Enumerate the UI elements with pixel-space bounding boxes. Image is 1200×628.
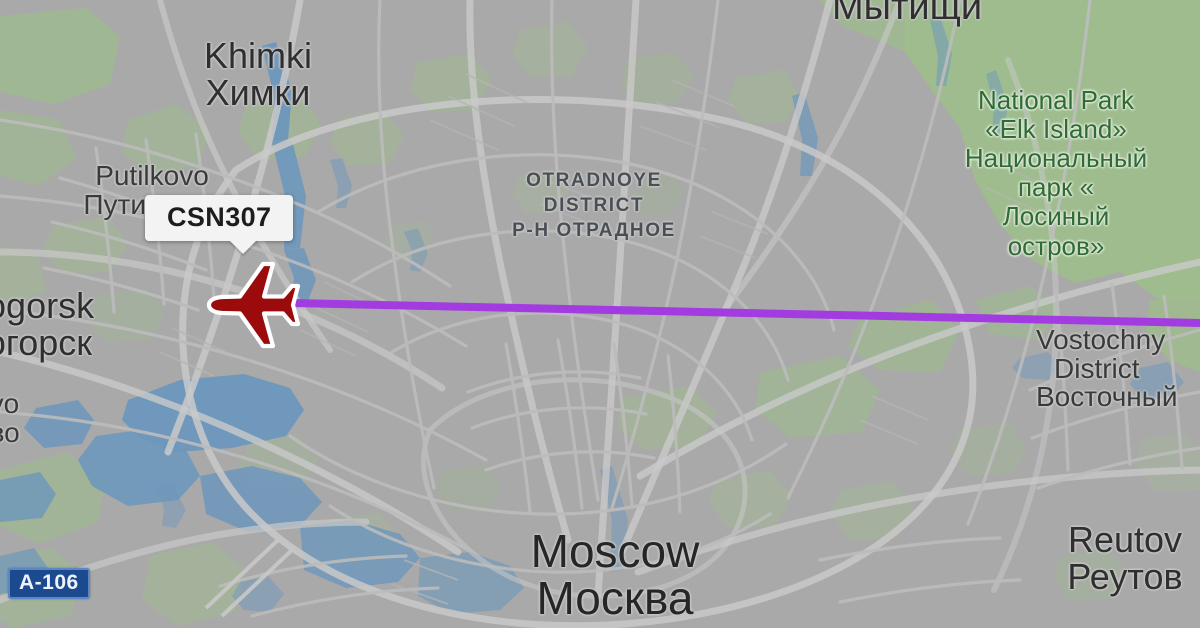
flight-callsign-label: CSN307 bbox=[167, 202, 272, 232]
aircraft-marker-csn307[interactable] bbox=[196, 258, 312, 352]
flight-map[interactable]: Мытищи Khimki Химки National Park «Elk I… bbox=[0, 0, 1200, 628]
airplane-icon[interactable] bbox=[196, 258, 312, 352]
flight-callout-csn307[interactable]: CSN307 bbox=[145, 195, 294, 254]
callout-pointer-icon bbox=[229, 240, 257, 254]
road-shield-a106[interactable]: A-106 bbox=[8, 568, 90, 600]
map-base-layer bbox=[0, 0, 1200, 628]
